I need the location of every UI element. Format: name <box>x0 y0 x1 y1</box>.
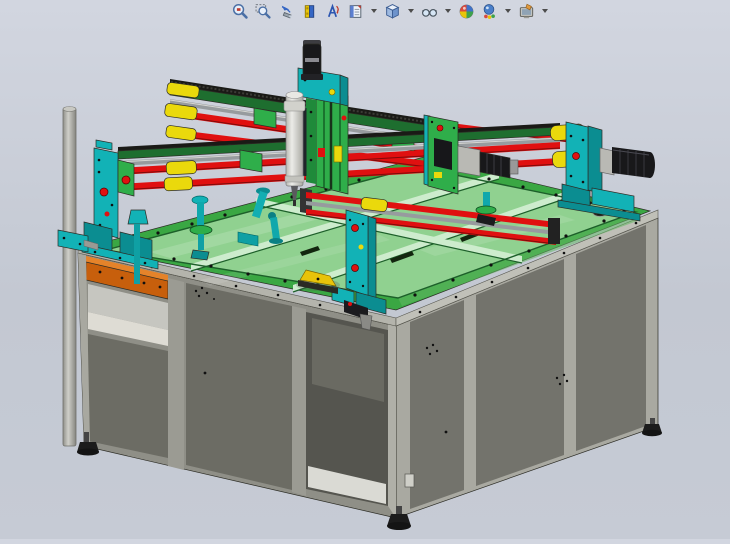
yellow-collar <box>164 177 193 191</box>
section-view-icon <box>301 3 318 20</box>
coupler-block <box>458 146 480 176</box>
left-gantry-upright <box>82 140 158 269</box>
right-gantry-upright <box>550 122 655 221</box>
hide-show-items-button[interactable] <box>419 1 439 21</box>
drawing-view-button[interactable] <box>345 1 365 21</box>
view-toolbar <box>230 1 550 21</box>
view-settings-button[interactable] <box>516 1 536 21</box>
zoom-to-fit-button[interactable] <box>230 1 250 21</box>
zoom-to-fit-icon <box>232 3 249 20</box>
hide-show-items-glasses-icon <box>421 3 438 20</box>
yellow-collar <box>166 160 197 175</box>
edit-appearance-button[interactable] <box>456 1 476 21</box>
edit-appearance-sphere-icon <box>458 3 475 20</box>
yellow-end-cap <box>165 125 196 141</box>
graphics-area[interactable] <box>0 0 730 539</box>
apply-scene-icon <box>481 3 498 20</box>
drawing-view-dropdown[interactable] <box>368 1 379 21</box>
view-settings-icon <box>518 3 535 20</box>
motor-flange <box>600 148 614 175</box>
zoom-to-area-icon <box>255 3 272 20</box>
previous-view-icon <box>278 3 295 20</box>
view-settings-dropdown[interactable] <box>539 1 550 21</box>
panel-latch <box>405 474 414 487</box>
view-orientation-cube-icon <box>384 3 401 20</box>
drawing-view-icon <box>347 3 364 20</box>
z-axis-assembly <box>284 40 348 206</box>
zoom-to-area-button[interactable] <box>253 1 273 21</box>
section-view-button[interactable] <box>299 1 319 21</box>
apply-scene-dropdown[interactable] <box>502 1 513 21</box>
chevron-down-icon <box>542 9 548 13</box>
post-clamp <box>58 230 88 252</box>
rail-block <box>240 150 262 172</box>
chevron-down-icon <box>408 9 414 13</box>
front-panel <box>186 283 292 490</box>
view-orientation-dropdown[interactable] <box>405 1 416 21</box>
carriage-plate <box>346 210 368 296</box>
hide-show-items-dropdown[interactable] <box>442 1 453 21</box>
annotation-views-button[interactable] <box>322 1 342 21</box>
annotation-views-icon <box>324 3 341 20</box>
chevron-down-icon <box>505 9 511 13</box>
cone-clamp <box>128 210 148 224</box>
view-orientation-button[interactable] <box>382 1 402 21</box>
left-bay-lower-panel <box>88 334 168 458</box>
previous-view-button[interactable] <box>276 1 296 21</box>
chevron-down-icon <box>445 9 451 13</box>
cad-application-window: { "window": {"width": 730, "height": 539… <box>0 0 730 539</box>
cnc-machine-model <box>0 0 730 539</box>
apply-scene-button[interactable] <box>479 1 499 21</box>
chevron-down-icon <box>371 9 377 13</box>
